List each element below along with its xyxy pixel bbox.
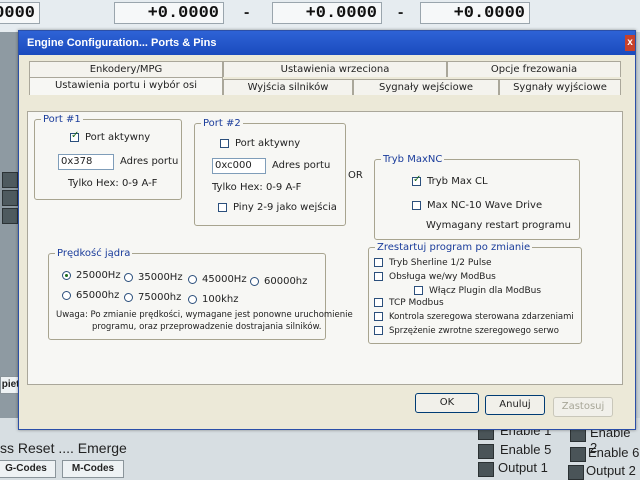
tab-motor-outputs[interactable]: Wyjścia silników — [223, 79, 353, 95]
checkbox-icon — [374, 258, 383, 267]
dro-readout-2: +0.0000 — [272, 2, 382, 24]
port2-active-label: Port aktywny — [235, 138, 301, 149]
tab-output-signals[interactable]: Sygnały wyjściowe — [499, 79, 621, 95]
speed-option-60000[interactable]: 60000hz — [250, 276, 307, 287]
tab-milling-options[interactable]: Opcje frezowania — [447, 61, 621, 77]
status-led — [2, 190, 18, 206]
close-icon[interactable]: x — [625, 35, 635, 51]
checkbox-checked-icon — [412, 174, 421, 186]
dro-dash: - — [244, 4, 250, 21]
maxnc-legend: Tryb MaxNC — [383, 154, 443, 165]
output-1-led — [478, 462, 494, 477]
checkbox-icon — [374, 272, 383, 281]
gcodes-button[interactable]: G-Codes — [0, 460, 56, 478]
checkbox-icon — [218, 202, 227, 212]
radio-icon — [250, 276, 259, 286]
port2-pins-checkbox[interactable]: Piny 2-9 jako wejścia — [218, 202, 337, 213]
serial-servo-checkbox[interactable]: Sprzężenie zwrotne szeregowego serwo — [374, 326, 559, 336]
tab-encoders[interactable]: Enkodery/MPG — [29, 61, 223, 77]
port1-address-label: Adres portu — [120, 156, 179, 167]
speed-note-2: programu, oraz przeprowadzenie dostrajan… — [92, 322, 322, 332]
enable-6-label: Enable 6 — [588, 445, 640, 460]
port1-hex-note: Tylko Hex: 0-9 A-F — [68, 178, 158, 189]
port2-active-checkbox[interactable]: Port aktywny — [220, 138, 300, 149]
mcodes-button[interactable]: M-Codes — [62, 460, 124, 478]
speed-option-75000[interactable]: 75000hz — [124, 292, 181, 303]
port1-active-checkbox[interactable]: Port aktywny — [70, 130, 151, 143]
speed-option-35000[interactable]: 35000Hz — [124, 272, 183, 283]
checkbox-icon — [220, 138, 229, 148]
apply-button[interactable]: Zastosuj — [553, 397, 613, 417]
output-1-label: Output 1 — [498, 460, 548, 475]
dro-readout-1: +0.0000 — [114, 2, 224, 24]
status-led — [2, 208, 18, 224]
output-2-led — [568, 465, 584, 480]
dialog-title: Engine Configuration... Ports & Pins — [27, 37, 217, 49]
port2-hex-note: Tylko Hex: 0-9 A-F — [212, 182, 302, 193]
tcp-modbus-checkbox[interactable]: TCP Modbus — [374, 298, 444, 308]
enable-6-led — [570, 447, 586, 462]
radio-icon — [124, 292, 133, 302]
tab-port-setup[interactable]: Ustawienia portu i wybór osi — [29, 77, 223, 95]
maxcl-checkbox[interactable]: Tryb Max CL — [412, 174, 488, 187]
port-setup-panel: Port #1 Port aktywny 0x378 Adres portu T… — [27, 111, 623, 385]
enable-5-led — [478, 444, 494, 459]
checkbox-icon — [374, 312, 383, 321]
maxnc-note: Wymagany restart programu — [426, 220, 571, 231]
tab-input-signals[interactable]: Sygnały wejściowe — [353, 79, 499, 95]
ports-pins-dialog: Engine Configuration... Ports & Pins x E… — [18, 30, 636, 430]
ok-button[interactable]: OK — [415, 393, 479, 413]
radio-icon — [188, 274, 197, 284]
serial-event-checkbox[interactable]: Kontrola szeregowa sterowana zdarzeniami — [374, 312, 574, 322]
checkbox-checked-icon — [70, 130, 79, 142]
radio-icon — [124, 272, 133, 282]
dro-dash: - — [398, 4, 404, 21]
modbus-plugin-checkbox[interactable]: Włącz Plugin dla ModBus — [414, 286, 541, 296]
checkbox-icon — [374, 326, 383, 335]
checkbox-icon — [414, 286, 423, 295]
speed-option-100k[interactable]: 100khz — [188, 294, 238, 305]
cancel-button[interactable]: Anuluj — [485, 395, 545, 415]
port2-pins-label: Piny 2-9 jako wejścia — [233, 202, 337, 213]
sherline-checkbox[interactable]: Tryb Sherline 1/2 Pulse — [374, 258, 492, 268]
modbus-checkbox[interactable]: Obsługa we/wy ModBus — [374, 272, 496, 282]
tab-strip: Enkodery/MPG Ustawienia wrzeciona Opcje … — [27, 61, 623, 111]
or-label: OR — [348, 170, 363, 181]
port1-address-input[interactable]: 0x378 — [58, 154, 114, 170]
port2-address-input[interactable]: 0xc000 — [212, 158, 266, 174]
output-2-label: Output 2 — [586, 463, 636, 478]
reset-label: ss Reset .... Emerge — [0, 440, 127, 456]
checkbox-icon — [374, 298, 383, 307]
tab-spindle[interactable]: Ustawienia wrzeciona — [223, 61, 447, 77]
radio-icon — [188, 294, 197, 304]
radio-icon — [62, 290, 71, 300]
wave-drive-label: Max NC-10 Wave Drive — [427, 200, 543, 211]
port1-legend: Port #1 — [43, 114, 81, 125]
checkbox-icon — [412, 200, 421, 210]
speed-option-45000[interactable]: 45000Hz — [188, 274, 247, 285]
speed-note-1: Uwaga: Po zmianie prędkości, wymagane je… — [56, 310, 353, 320]
radio-selected-icon — [62, 270, 71, 280]
restart-legend: Zrestartuj program po zmianie — [377, 242, 531, 253]
status-led — [2, 172, 18, 188]
port1-active-label: Port aktywny — [85, 132, 151, 143]
dro-readout-3: +0.0000 — [420, 2, 530, 24]
port2-address-label: Adres portu — [272, 160, 331, 171]
enable-5-label: Enable 5 — [500, 442, 552, 457]
dialog-titlebar[interactable]: Engine Configuration... Ports & Pins — [19, 31, 635, 55]
wave-drive-checkbox[interactable]: Max NC-10 Wave Drive — [412, 200, 542, 211]
speed-option-25000[interactable]: 25000Hz — [62, 270, 121, 281]
speed-legend: Prędkość jądra — [57, 248, 131, 259]
port2-legend: Port #2 — [203, 118, 241, 129]
maxcl-label: Tryb Max CL — [427, 176, 488, 187]
speed-option-65000[interactable]: 65000hz — [62, 290, 119, 301]
dro-readout-0: 0000 — [0, 2, 40, 24]
